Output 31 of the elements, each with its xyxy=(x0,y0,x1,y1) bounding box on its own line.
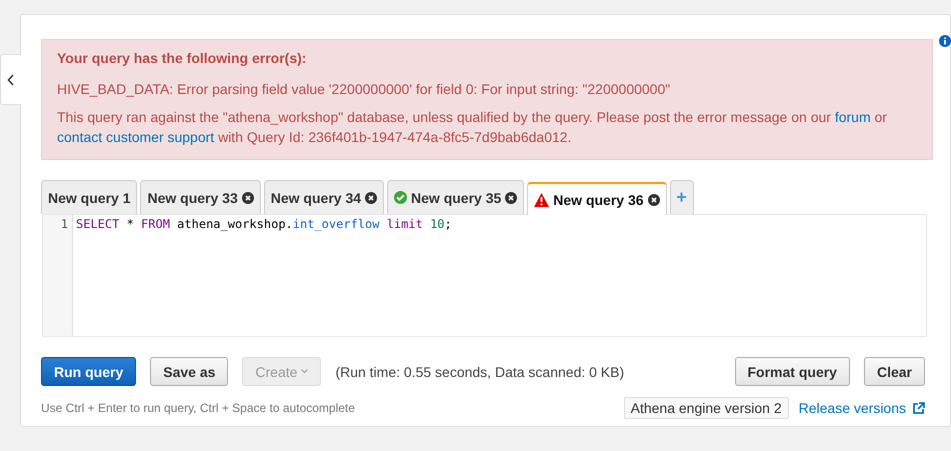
engine-label: Athena engine version 2 xyxy=(624,397,789,419)
query-tab[interactable]: New query 36 xyxy=(527,182,667,215)
help-link[interactable]: forum xyxy=(834,109,871,125)
query-tab[interactable]: New query 35 xyxy=(387,180,524,214)
external-link-icon xyxy=(912,402,925,414)
close-icon[interactable] xyxy=(365,192,378,204)
save-button[interactable]: Save as xyxy=(150,357,228,386)
query-editor[interactable]: 1 SELECT * FROM athena_workshop.int_overflow limit 10; xyxy=(42,214,927,337)
close-icon[interactable] xyxy=(242,192,254,204)
error-title: Your query has the following error(s): xyxy=(57,50,308,66)
error-note: This query ran against the "athena_workshop" database, unless qualified by the query. Please post the error message on our forum or contact customer support with Query Id: 236f401b-1947-474a-8fc5-7d9bab6da012. xyxy=(57,108,888,147)
close-icon[interactable] xyxy=(648,194,660,206)
help-link[interactable]: contact customer support xyxy=(57,129,214,145)
query-tab[interactable]: New query 33 xyxy=(140,180,261,214)
caret-icon xyxy=(301,369,308,374)
shortcut-hint: Use Ctrl + Enter to run query, Ctrl + Space to autocomplete xyxy=(41,401,355,415)
format-button[interactable]: Format query xyxy=(734,357,850,386)
check-icon xyxy=(394,191,408,204)
clear-button[interactable]: Clear xyxy=(864,357,925,386)
warning-icon xyxy=(534,192,550,206)
line-number: 1 xyxy=(60,216,69,233)
query-tab[interactable]: New query 1 xyxy=(41,180,138,214)
run-button[interactable]: Run query xyxy=(41,357,136,386)
release-link[interactable]: Release versions xyxy=(798,400,925,416)
query-tab[interactable]: New query 34 xyxy=(264,180,384,214)
error-message: HIVE_BAD_DATA: Error parsing field value '2200000000' for field 0: For input string: "2200000000" xyxy=(57,81,672,97)
chevron-left-icon xyxy=(7,74,15,86)
info-icon[interactable] xyxy=(939,35,951,47)
code-line: SELECT * FROM athena_workshop.int_overflow limit 10; xyxy=(75,216,452,233)
run-info: (Run time: 0.55 seconds, Data scanned: 0 KB) xyxy=(335,364,624,380)
close-icon[interactable] xyxy=(505,192,518,204)
